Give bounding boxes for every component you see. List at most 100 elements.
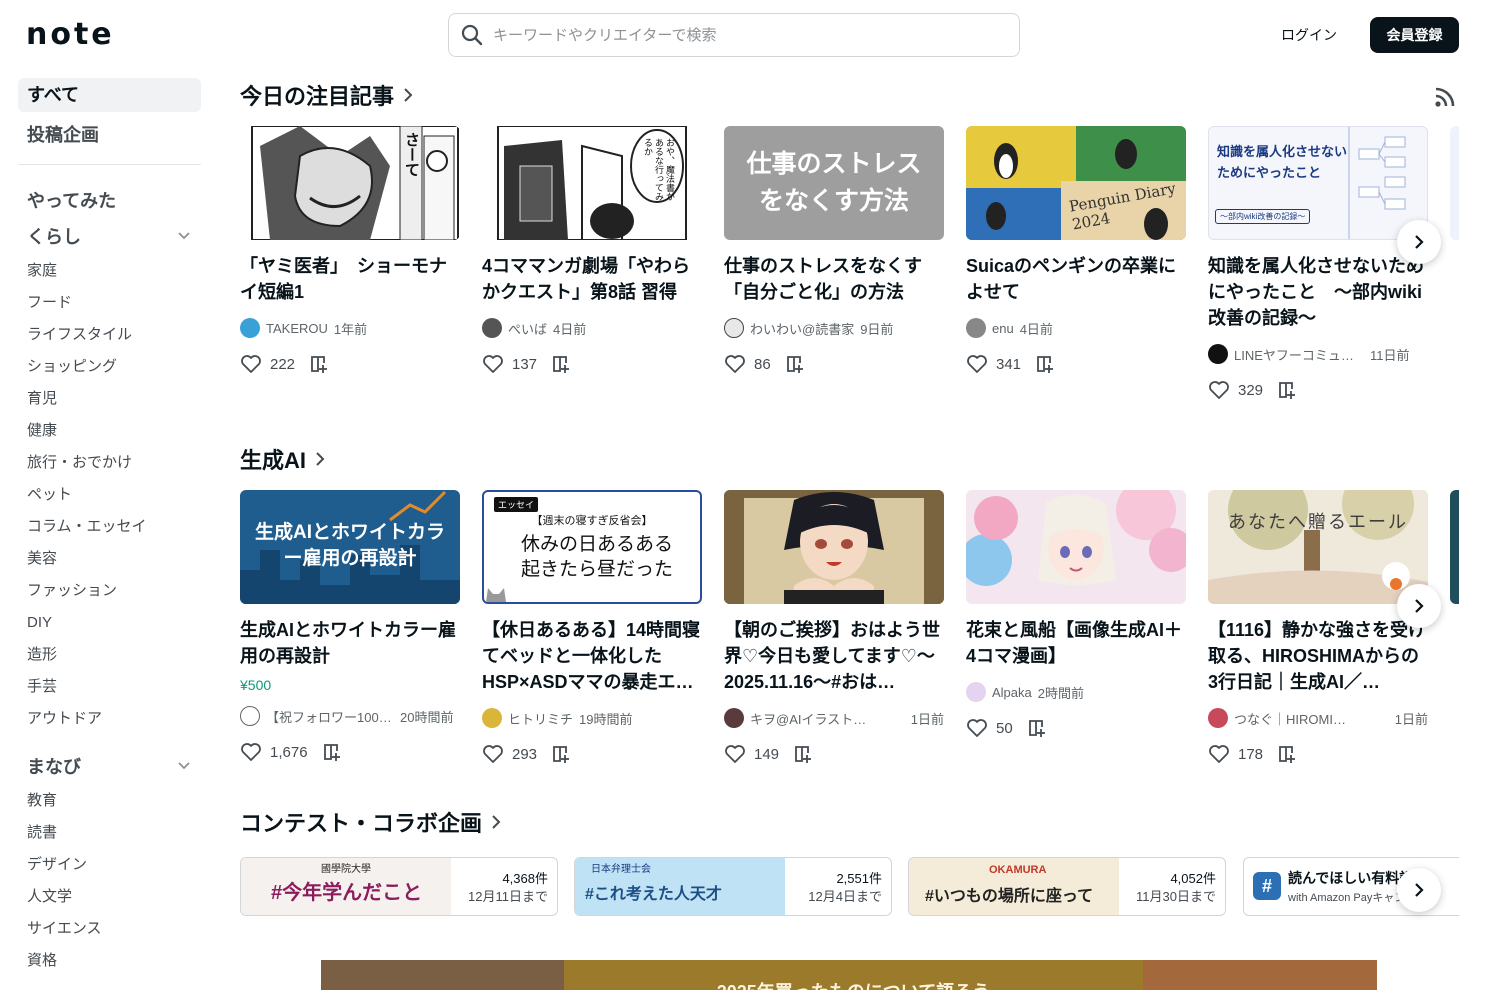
article-title[interactable]: 【朝のご挨拶】おはよう世界♡今日も愛してます♡〜2025.11.16〜#おは… xyxy=(724,617,944,695)
heart-icon[interactable] xyxy=(966,354,988,374)
sidebar-subitem[interactable]: 旅行・おでかけ xyxy=(18,447,201,479)
contest-card[interactable]: 國學院大學 #今年学んだこと 4,368件 12月11日まで xyxy=(240,857,558,916)
sidebar-subitem[interactable]: ファッション xyxy=(18,575,201,607)
sidebar-subitem[interactable]: 人文学 xyxy=(18,881,201,913)
author-name[interactable]: TAKEROU xyxy=(266,321,328,336)
article-card-partial[interactable] xyxy=(1450,490,1459,604)
avatar[interactable] xyxy=(1208,708,1228,728)
heart-icon[interactable] xyxy=(1208,380,1230,400)
article-card[interactable]: 仕事のストレスをなくす方法 仕事のストレスをなくす「自分ごと化」の方法 わいわい… xyxy=(724,126,944,375)
article-title[interactable]: 4コママンガ劇場「やわらかクエスト」第8話 習得 xyxy=(482,253,702,305)
contest-card[interactable]: 日本弁理士会 #これ考えた人天才 2,551件 12月4日まで xyxy=(574,857,892,916)
author-name[interactable]: ぺいば xyxy=(508,319,547,338)
article-card[interactable]: 生成AIとホワイトカラー雇用の再設計 生成AIとホワイトカラー雇用の再設計 ¥5… xyxy=(240,490,460,763)
sidebar-subitem[interactable]: DIY xyxy=(18,607,201,639)
rss-icon[interactable] xyxy=(1434,86,1456,108)
sidebar-subitem[interactable]: ショッピング xyxy=(18,351,201,383)
magazine-add-icon[interactable] xyxy=(785,354,807,374)
heart-icon[interactable] xyxy=(240,742,262,762)
article-card[interactable]: 知識を属人化させないためにやったこと 〜部内wiki改善の記録〜 知識を属人化さ… xyxy=(1208,126,1428,401)
author-name[interactable]: ヒトリミチ xyxy=(508,709,573,728)
magazine-add-icon[interactable] xyxy=(551,354,573,374)
article-title[interactable]: 【休日あるある】14時間寝てベッドと一体化したHSP×ASDママの暴走エ… xyxy=(482,617,702,695)
article-card[interactable]: Penguin Diary 2024 Suicaのペンギンの卒業によせて enu… xyxy=(966,126,1186,375)
magazine-add-icon[interactable] xyxy=(1277,744,1299,764)
author-name[interactable]: enu xyxy=(992,321,1014,336)
section-title-contest[interactable]: コンテスト・コラボ企画 xyxy=(240,807,502,837)
article-title[interactable]: 【1116】静かな強さを受け取る、HIROSHIMAからの3行日記｜生成AI／… xyxy=(1208,617,1428,695)
sidebar-subitem[interactable]: 家庭 xyxy=(18,255,201,287)
sidebar-subitem[interactable]: 美容 xyxy=(18,543,201,575)
carousel-next-button[interactable] xyxy=(1397,584,1441,628)
section-title-featured[interactable]: 今日の注目記事 xyxy=(240,80,414,110)
avatar[interactable] xyxy=(482,708,502,728)
author-name[interactable]: Alpaka xyxy=(992,685,1032,700)
search-input[interactable] xyxy=(493,26,973,44)
article-title[interactable]: 「ヤミ医者」 ショーモナイ短編1 xyxy=(240,253,460,305)
carousel-next-button[interactable] xyxy=(1397,868,1441,912)
sidebar-subitem[interactable]: 資格 xyxy=(18,945,201,977)
sidebar-subitem[interactable]: 造形 xyxy=(18,639,201,671)
sidebar-subitem[interactable]: 健康 xyxy=(18,415,201,447)
avatar[interactable] xyxy=(724,708,744,728)
article-card[interactable]: さーて 「ヤミ医者」 ショーモナイ短編1 TAKEROU 1年前 222 xyxy=(240,126,460,375)
magazine-add-icon[interactable] xyxy=(1027,718,1049,738)
article-card-partial[interactable] xyxy=(1450,126,1459,240)
sidebar-subitem[interactable]: コラム・エッセイ xyxy=(18,511,201,543)
carousel-next-button[interactable] xyxy=(1397,220,1441,264)
search-box[interactable] xyxy=(448,13,1020,57)
avatar[interactable] xyxy=(1208,344,1228,364)
sidebar-item-tried[interactable]: やってみた xyxy=(18,183,201,219)
heart-icon[interactable] xyxy=(240,354,262,374)
magazine-add-icon[interactable] xyxy=(309,354,331,374)
sidebar-subitem[interactable]: サイエンス xyxy=(18,913,201,945)
magazine-add-icon[interactable] xyxy=(793,744,815,764)
sidebar-group-manabi[interactable]: まなび xyxy=(18,749,201,785)
article-title[interactable]: 生成AIとホワイトカラー雇用の再設計 xyxy=(240,617,460,669)
magazine-add-icon[interactable] xyxy=(322,742,344,762)
magazine-add-icon[interactable] xyxy=(1277,380,1299,400)
article-card[interactable]: エッセイ 【週末の寝すぎ反省会】 休みの日あるある起きたら昼だった 【休日あるあ… xyxy=(482,490,702,765)
promo-banner[interactable]: 2025年買ったものについて語ろう xyxy=(321,960,1377,990)
avatar[interactable] xyxy=(240,318,260,338)
sidebar-item-projects[interactable]: 投稿企画 xyxy=(18,118,201,152)
sidebar-subitem[interactable]: ライフスタイル xyxy=(18,319,201,351)
article-card[interactable]: おや、魔法書があるな行ってみるか 4コママンガ劇場「やわらかクエスト」第8話 習… xyxy=(482,126,702,375)
author-name[interactable]: わいわい@読書家 xyxy=(750,319,854,338)
login-link[interactable]: ログイン xyxy=(1270,22,1348,48)
sidebar-subitem[interactable]: アウトドア xyxy=(18,703,201,735)
heart-icon[interactable] xyxy=(482,744,504,764)
heart-icon[interactable] xyxy=(1208,744,1230,764)
article-card[interactable]: 花束と風船【画像生成AI＋4コマ漫画】 Alpaka 2時間前 50 xyxy=(966,490,1186,739)
sidebar-subitem[interactable]: 育児 xyxy=(18,383,201,415)
sidebar-subitem[interactable]: フード xyxy=(18,287,201,319)
sidebar-group-kurashi[interactable]: くらし xyxy=(18,219,201,255)
sidebar-subitem[interactable]: デザイン xyxy=(18,849,201,881)
magazine-add-icon[interactable] xyxy=(551,744,573,764)
sidebar-subitem[interactable]: 読書 xyxy=(18,817,201,849)
heart-icon[interactable] xyxy=(482,354,504,374)
sidebar-subitem[interactable]: 教育 xyxy=(18,785,201,817)
sidebar-item-all[interactable]: すべて xyxy=(18,78,201,112)
avatar[interactable] xyxy=(966,682,986,702)
heart-icon[interactable] xyxy=(966,718,988,738)
avatar[interactable] xyxy=(966,318,986,338)
note-logo[interactable]: note xyxy=(26,18,115,52)
sidebar-subitem[interactable]: ペット xyxy=(18,479,201,511)
article-card[interactable]: あなたへ贈るエール 【1116】静かな強さを受け取る、HIROSHIMAからの3… xyxy=(1208,490,1428,765)
article-title[interactable]: 仕事のストレスをなくす「自分ごと化」の方法 xyxy=(724,253,944,305)
avatar[interactable] xyxy=(482,318,502,338)
section-title-ai[interactable]: 生成AI xyxy=(240,444,326,474)
magazine-add-icon[interactable] xyxy=(1035,354,1057,374)
article-title[interactable]: 知識を属人化させないためにやったこと 〜部内wiki改善の記録〜 xyxy=(1208,253,1428,331)
sidebar-subitem[interactable]: 手芸 xyxy=(18,671,201,703)
article-card[interactable]: 【朝のご挨拶】おはよう世界♡今日も愛してます♡〜2025.11.16〜#おは… … xyxy=(724,490,944,765)
article-title[interactable]: Suicaのペンギンの卒業によせて xyxy=(966,253,1186,305)
avatar[interactable] xyxy=(240,706,260,726)
avatar[interactable] xyxy=(724,318,744,338)
author-name[interactable]: 【祝フォロワー1000… xyxy=(266,707,394,726)
author-name[interactable]: LINEヤフーコミュニケ… xyxy=(1234,345,1364,364)
author-name[interactable]: つなぐ｜HIROMI🌸平和… xyxy=(1234,709,1362,728)
article-title[interactable]: 花束と風船【画像生成AI＋4コマ漫画】 xyxy=(966,617,1186,669)
heart-icon[interactable] xyxy=(724,744,746,764)
